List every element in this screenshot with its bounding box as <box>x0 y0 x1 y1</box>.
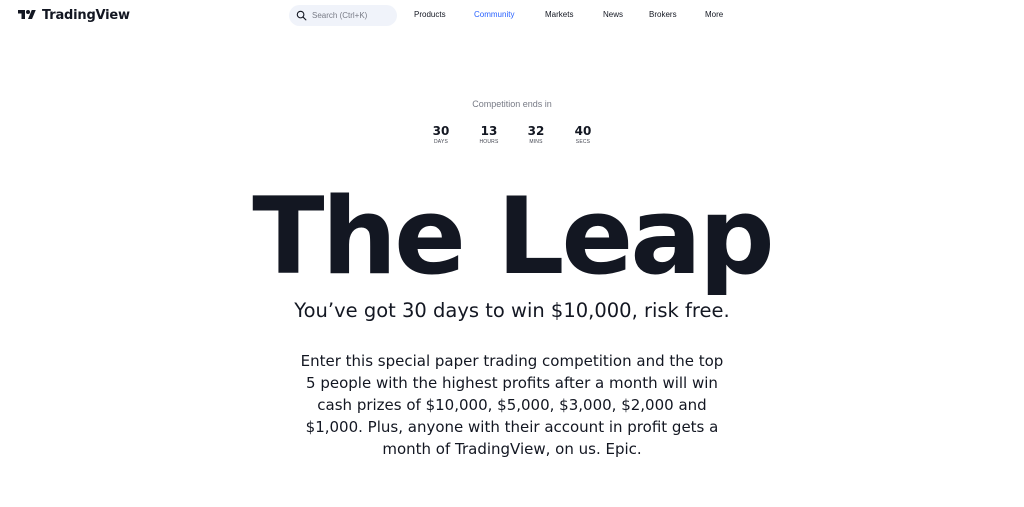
countdown-secs: 40 SECS <box>563 124 603 146</box>
hours-label: HOURS <box>479 139 499 145</box>
hero-description: Enter this special paper trading competi… <box>300 352 724 458</box>
nav-brokers[interactable]: Brokers <box>649 10 677 19</box>
main-nav: Products Community Markets News Brokers … <box>0 10 1024 22</box>
nav-more[interactable]: More <box>705 10 723 19</box>
hours-value: 13 <box>480 124 498 138</box>
hero-subtitle: You’ve got 30 days to win $10,000, risk … <box>294 299 730 322</box>
countdown-hours: 13 HOURS <box>469 124 509 146</box>
days-value: 30 <box>432 124 450 138</box>
hero-title: The Leap <box>252 175 774 298</box>
mins-label: MINS <box>529 139 543 145</box>
nav-products[interactable]: Products <box>414 10 446 19</box>
mins-value: 32 <box>527 124 545 138</box>
countdown-days: 30 DAYS <box>421 124 461 146</box>
nav-news[interactable]: News <box>603 10 623 19</box>
secs-label: SECS <box>575 139 591 145</box>
secs-value: 40 <box>574 124 592 138</box>
countdown-mins: 32 MINS <box>516 124 556 146</box>
days-label: DAYS <box>433 139 449 145</box>
countdown-label: Competition ends in <box>472 99 552 109</box>
header: TradingView Search (Ctrl+K) Products Com… <box>0 0 1024 30</box>
nav-community[interactable]: Community <box>474 10 514 19</box>
nav-markets[interactable]: Markets <box>545 10 573 19</box>
countdown-timer: 30 DAYS 13 HOURS 32 MINS 40 SECS <box>0 124 1024 148</box>
